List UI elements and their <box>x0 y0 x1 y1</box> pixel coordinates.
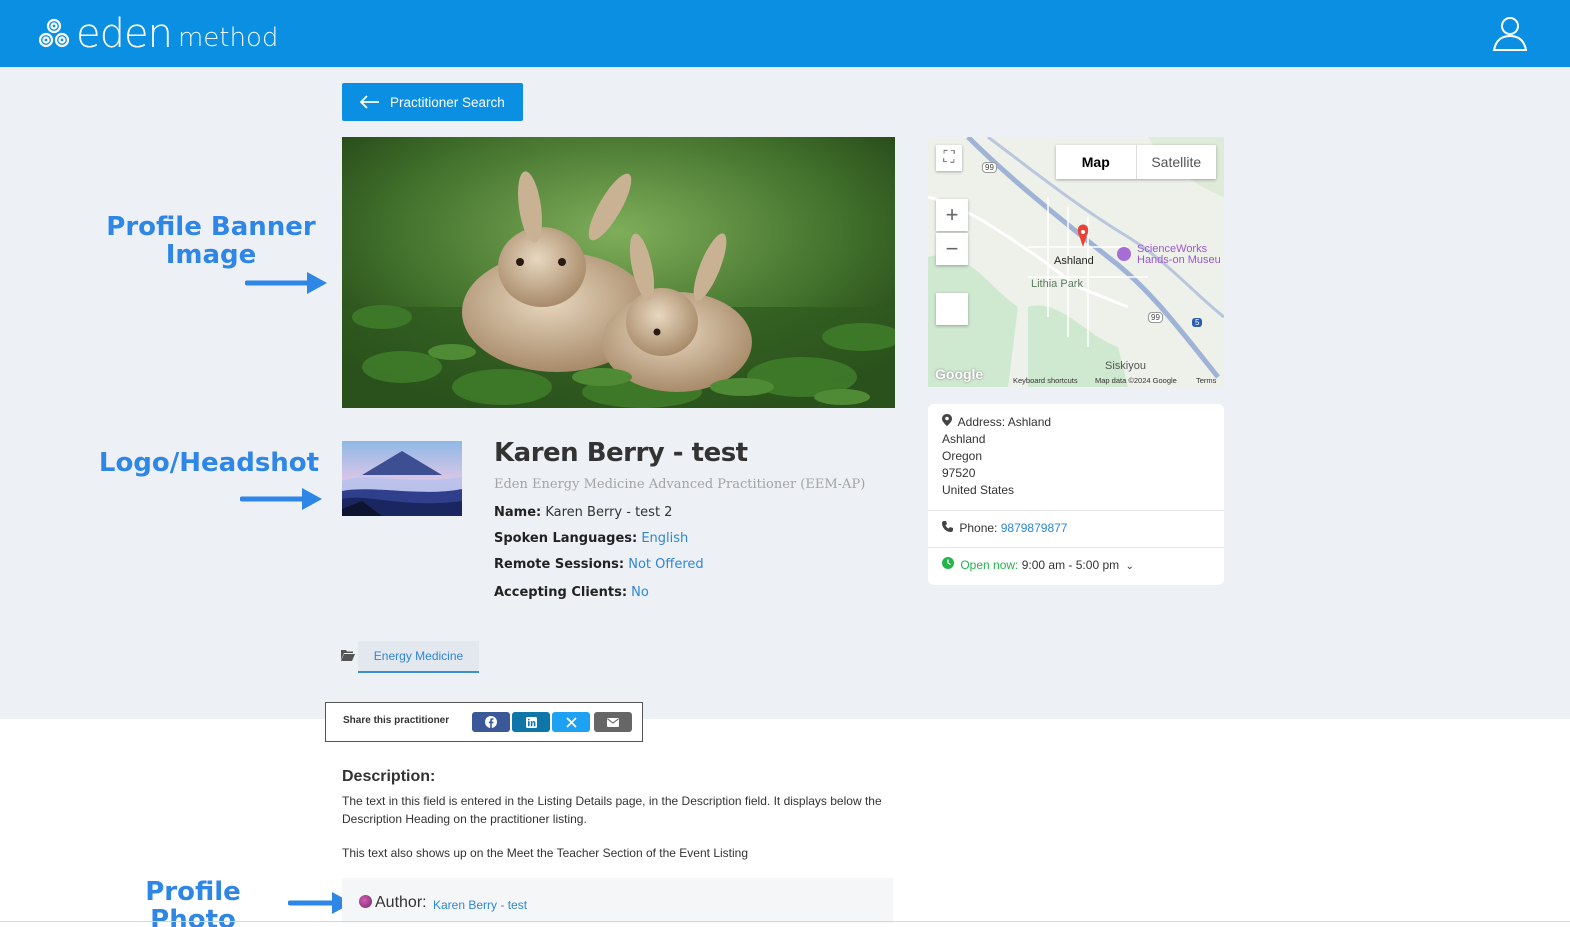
map-label-park: Lithia Park <box>1031 278 1083 290</box>
category-tag-energy-medicine[interactable]: Energy Medicine <box>358 641 479 673</box>
folder-open-icon <box>341 650 355 661</box>
pegman-icon[interactable] <box>936 293 968 325</box>
location-map[interactable]: ⛶ Map Satellite + − Ashland Lithia Park … <box>928 137 1224 387</box>
x-logo-icon <box>565 716 577 728</box>
annotation-headshot-label: Logo/Headshot <box>98 448 320 478</box>
map-label-poi[interactable]: ScienceWorks Hands-on Museu <box>1137 244 1221 266</box>
language-link[interactable]: English <box>641 531 688 546</box>
author-link[interactable]: Karen Berry - test <box>433 898 527 912</box>
zoom-in-button[interactable]: + <box>936 199 968 231</box>
annotation-photo-label: Profile Photo <box>145 877 241 927</box>
profile-banner-image <box>342 137 895 408</box>
accepting-clients-link[interactable]: No <box>631 585 649 600</box>
keyboard-shortcuts-link[interactable]: Keyboard shortcuts <box>1013 376 1078 385</box>
user-account-icon[interactable] <box>1490 13 1530 53</box>
satellite-view-button[interactable]: Satellite <box>1137 145 1217 179</box>
annotation-arrow-icon <box>240 488 322 510</box>
phone-link[interactable]: 9879879877 <box>1001 521 1068 535</box>
phone-row: Phone: 9879879877 <box>942 520 1067 537</box>
practitioner-search-back-button[interactable]: Practitioner Search <box>342 83 523 121</box>
share-email-button[interactable] <box>594 712 632 732</box>
annotation-arrow-icon <box>245 272 327 294</box>
share-practitioner-box: Share this practitioner <box>325 702 643 742</box>
logo-headshot-image <box>342 441 462 516</box>
zoom-out-button[interactable]: − <box>936 233 968 265</box>
description-paragraph: This text also shows up on the Meet the … <box>342 846 749 860</box>
share-facebook-button[interactable] <box>472 712 510 732</box>
practitioner-name-heading: Karen Berry - test <box>494 438 748 468</box>
eden-method-logo[interactable]: eden method <box>36 11 279 57</box>
map-label-area: Siskiyou <box>1105 360 1146 372</box>
map-view-button[interactable]: Map <box>1056 145 1137 179</box>
logo-brand-text: eden <box>76 11 173 57</box>
map-label-city: Ashland <box>1054 255 1094 267</box>
envelope-icon <box>607 717 619 727</box>
clock-icon <box>942 557 954 569</box>
author-label: Author: <box>375 894 427 911</box>
languages-field: Spoken Languages: English <box>494 531 689 546</box>
remote-sessions-link[interactable]: Not Offered <box>628 557 703 572</box>
description-paragraph: The text in this field is entered in the… <box>342 794 882 826</box>
author-box: Author: Karen Berry - test <box>342 878 893 923</box>
route-5-shield: 5 <box>1192 318 1203 327</box>
phone-icon <box>942 521 953 532</box>
linkedin-icon <box>525 716 537 728</box>
description-heading: Description: <box>342 768 436 785</box>
page-bottom-divider <box>0 921 1570 922</box>
address-block: Address: Ashland Ashland Oregon 97520 Un… <box>942 414 1052 497</box>
author-profile-photo <box>359 895 372 908</box>
google-logo: Google <box>935 366 984 382</box>
route-99-shield: 99 <box>982 162 997 173</box>
share-x-button[interactable] <box>552 712 590 732</box>
arrow-left-icon <box>360 95 379 109</box>
share-linkedin-button[interactable] <box>512 712 550 732</box>
divider <box>928 510 1224 511</box>
name-field: Name: Karen Berry - test 2 <box>494 505 673 520</box>
facebook-icon <box>485 716 497 728</box>
location-pin-icon <box>942 414 952 426</box>
back-button-label: Practitioner Search <box>390 94 505 110</box>
contact-info-card: Address: Ashland Ashland Oregon 97520 Un… <box>928 404 1224 585</box>
logo-suffix-text: method <box>177 23 279 53</box>
divider <box>928 547 1224 548</box>
share-label: Share this practitioner <box>343 715 450 726</box>
fullscreen-icon[interactable]: ⛶ <box>936 145 962 171</box>
map-type-toggle[interactable]: Map Satellite <box>1056 145 1216 179</box>
map-data-attribution: Map data ©2024 Google <box>1095 376 1177 385</box>
practitioner-credential: Eden Energy Medicine Advanced Practition… <box>494 477 866 492</box>
hours-row[interactable]: Open now: 9:00 am - 5:00 pm ⌄ <box>942 557 1134 575</box>
route-99-shield: 99 <box>1148 312 1163 323</box>
chevron-down-icon[interactable]: ⌄ <box>1125 561 1133 572</box>
triple-spiral-icon <box>38 18 70 48</box>
accepting-clients-field: Accepting Clients: No <box>494 585 649 600</box>
top-header-bar: eden method <box>0 0 1570 67</box>
map-terms-link[interactable]: Terms <box>1196 376 1216 385</box>
annotation-banner-label: Profile Banner Image <box>106 212 316 270</box>
remote-sessions-field: Remote Sessions: Not Offered <box>494 557 704 572</box>
